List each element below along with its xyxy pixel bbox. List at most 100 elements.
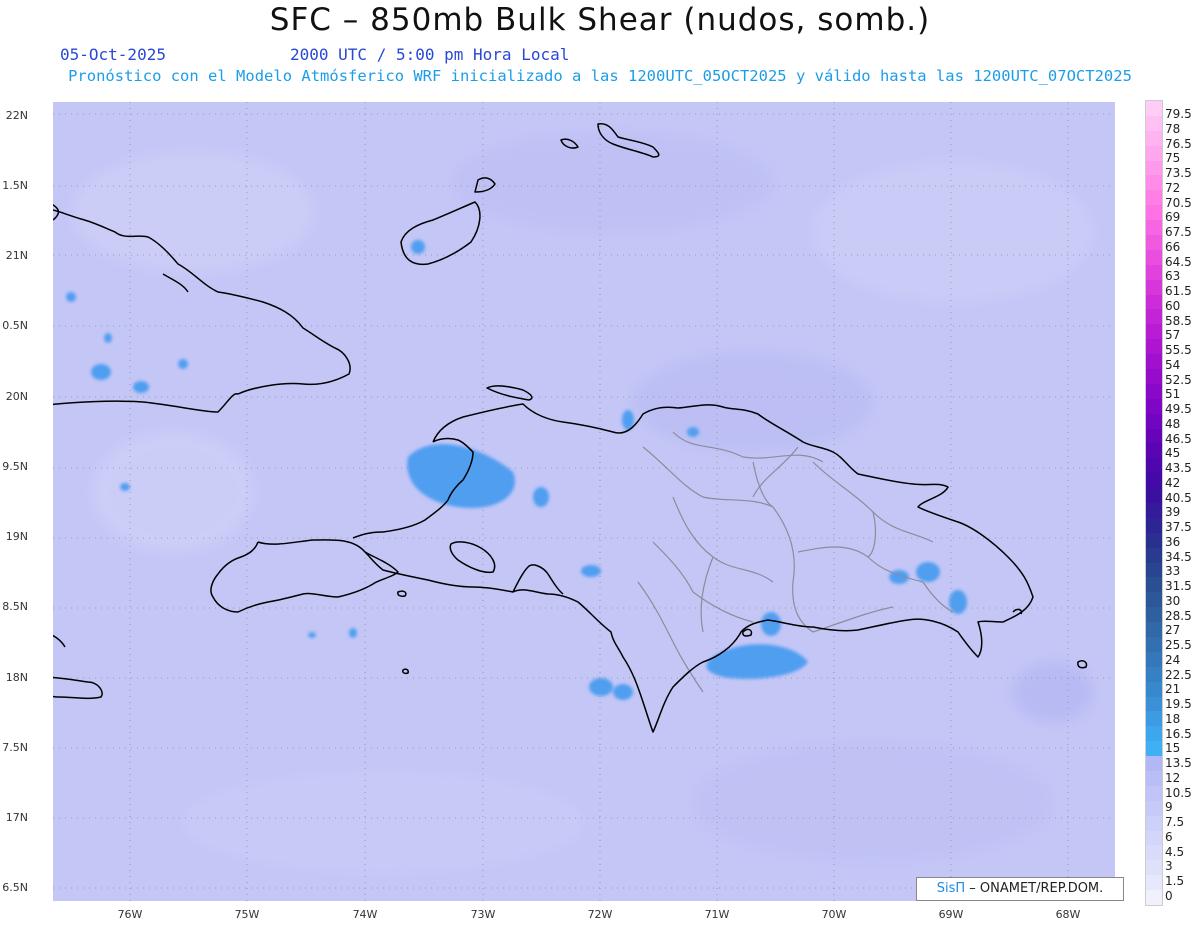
colorbar-label: 9 [1165, 800, 1173, 815]
colorbar-label: 37.5 [1165, 520, 1192, 535]
colorbar-label: 21 [1165, 682, 1181, 697]
colorbar-label: 28.5 [1165, 608, 1192, 623]
colorbar-label: 45 [1165, 446, 1181, 461]
lat-label: 22N [5, 109, 28, 122]
colorbar-swatch [1146, 547, 1162, 564]
colorbar-swatch [1146, 800, 1162, 817]
lon-label: 76W [117, 908, 143, 921]
colorbar-swatch [1146, 354, 1162, 370]
colorbar-swatch [1146, 666, 1162, 683]
colorbar-label: 3 [1165, 859, 1173, 874]
colorbar-label: 36 [1165, 534, 1181, 549]
colorbar-label: 66 [1165, 239, 1181, 254]
colorbar-swatch [1146, 473, 1162, 489]
lat-label: 0.5N [2, 319, 28, 332]
forecast-date: 05-Oct-2025 [60, 45, 166, 64]
colorbar-label: 4.5 [1165, 844, 1185, 859]
colorbar-swatch [1146, 622, 1162, 638]
colorbar-swatch [1146, 875, 1162, 891]
colorbar-label: 67.5 [1165, 225, 1192, 240]
credit-text: – ONAMET/REP.DOM. [969, 881, 1104, 896]
lat-label: 8.5N [2, 600, 28, 613]
colorbar-swatch [1146, 235, 1162, 251]
colorbar-label: 58.5 [1165, 313, 1192, 328]
colorbar-label: 12 [1165, 770, 1181, 785]
colorbar-label: 46.5 [1165, 431, 1192, 446]
colorbar-swatch [1146, 294, 1162, 310]
lat-label: 6.5N [2, 881, 28, 894]
colorbar-swatch [1146, 160, 1162, 176]
lon-label: 73W [470, 908, 496, 921]
colorbar-label: 49.5 [1165, 402, 1192, 417]
colorbar-swatch [1146, 413, 1162, 430]
colorbar-label: 42 [1165, 475, 1181, 490]
colorbar-label: 34.5 [1165, 549, 1192, 564]
colorbar-swatch [1146, 756, 1162, 772]
colorbar-label: 69 [1165, 210, 1181, 225]
colorbar-swatch [1146, 220, 1162, 236]
colorbar-label: 79.5 [1165, 107, 1192, 121]
colorbar-label: 1.5 [1165, 874, 1185, 889]
colorbar-swatch [1146, 532, 1162, 549]
colorbar-swatch [1146, 175, 1162, 191]
colorbar-swatch [1146, 279, 1162, 296]
colorbar-label: 31.5 [1165, 579, 1192, 594]
colorbar [1145, 100, 1163, 906]
colorbar-label: 55.5 [1165, 343, 1192, 358]
lon-label: 69W [938, 908, 964, 921]
lon-label: 72W [587, 908, 613, 921]
colorbar-swatch [1146, 711, 1162, 727]
colorbar-swatch [1146, 696, 1162, 712]
colorbar-swatch [1146, 443, 1162, 459]
colorbar-label: 64.5 [1165, 254, 1192, 269]
colorbar-label: 0 [1165, 889, 1173, 903]
lat-label: 1.5N [2, 179, 28, 192]
forecast-time: 2000 UTC / 5:00 pm Hora Local [290, 45, 570, 64]
colorbar-label: 73.5 [1165, 166, 1192, 181]
colorbar-label: 6 [1165, 829, 1173, 844]
colorbar-label: 33 [1165, 564, 1181, 579]
colorbar-swatch [1146, 145, 1162, 162]
colorbar-swatch [1146, 398, 1162, 415]
colorbar-swatch [1146, 607, 1162, 623]
colorbar-swatch [1146, 503, 1162, 519]
colorbar-swatch [1146, 830, 1162, 846]
colorbar-swatch [1146, 369, 1162, 385]
colorbar-swatch [1146, 771, 1162, 787]
colorbar-label: 13.5 [1165, 756, 1192, 771]
colorbar-swatch [1146, 130, 1162, 147]
colorbar-label: 16.5 [1165, 726, 1192, 741]
colorbar-swatch [1146, 190, 1162, 206]
colorbar-swatch [1146, 651, 1162, 668]
colorbar-swatch [1146, 741, 1162, 757]
lon-label: 68W [1055, 908, 1081, 921]
colorbar-label: 75 [1165, 151, 1181, 166]
colorbar-swatch [1146, 815, 1162, 832]
colorbar-label: 39 [1165, 505, 1181, 520]
colorbar-swatch [1146, 115, 1162, 132]
colorbar-swatch [1146, 592, 1162, 608]
colorbar-label: 52.5 [1165, 372, 1192, 387]
colorbar-label: 72 [1165, 180, 1181, 195]
shading-field [73, 132, 1093, 872]
colorbar-label: 61.5 [1165, 284, 1192, 299]
colorbar-label: 19.5 [1165, 697, 1192, 712]
colorbar-swatch [1146, 339, 1162, 355]
colorbar-swatch [1146, 637, 1162, 653]
colorbar-swatch [1146, 681, 1162, 698]
colorbar-swatch [1146, 845, 1162, 861]
lat-label: 21N [5, 249, 28, 262]
colorbar-label: 15 [1165, 741, 1181, 756]
colorbar-swatch [1146, 249, 1162, 266]
credit-brand: SisΠ [936, 881, 966, 896]
colorbar-swatch [1146, 860, 1162, 876]
colorbar-swatch [1146, 577, 1162, 593]
colorbar-swatch [1146, 785, 1162, 802]
colorbar-label: 10.5 [1165, 785, 1192, 800]
lon-label: 75W [234, 908, 260, 921]
shear-map[interactable] [53, 102, 1115, 901]
colorbar-label: 54 [1165, 357, 1181, 372]
colorbar-label: 48 [1165, 416, 1181, 431]
colorbar-swatch [1146, 324, 1162, 340]
lat-label: 17N [5, 811, 28, 824]
